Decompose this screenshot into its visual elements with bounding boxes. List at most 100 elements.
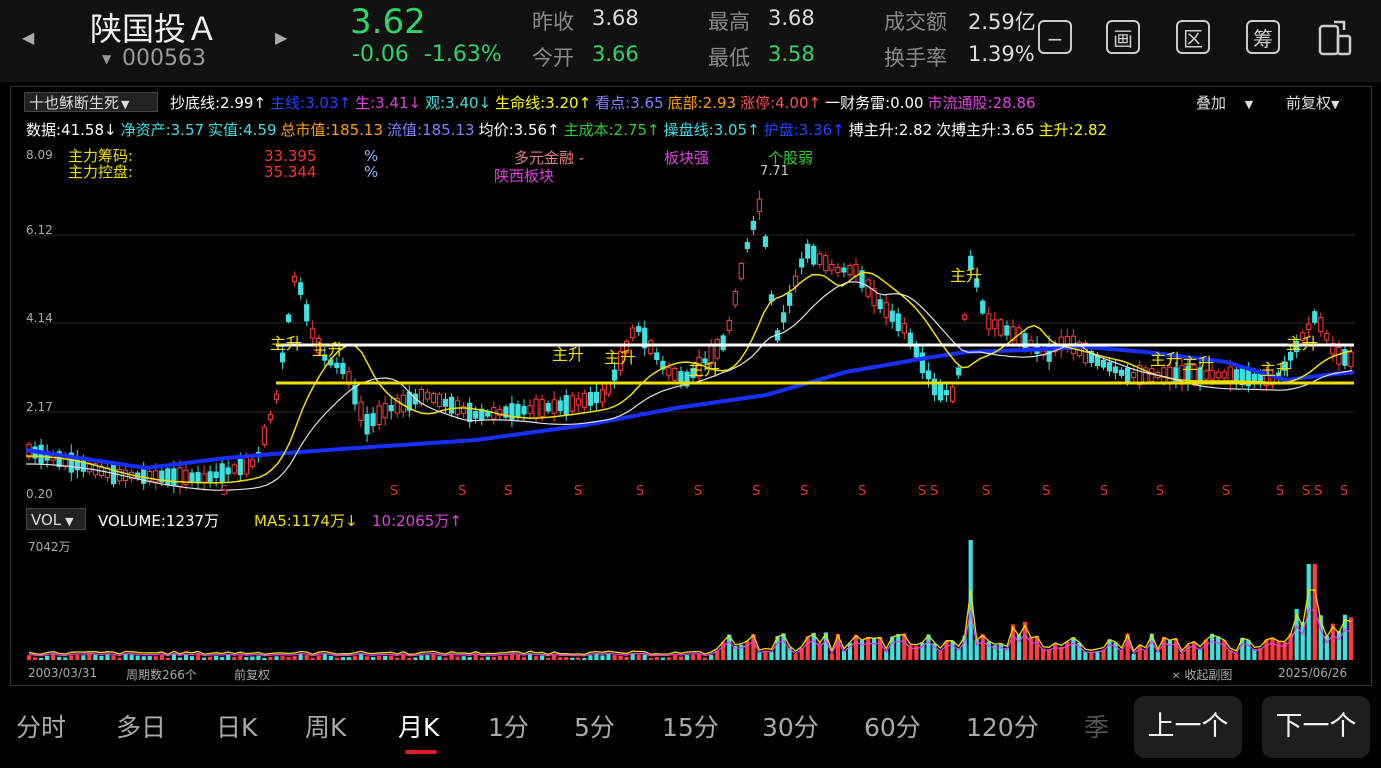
tab-daily-k[interactable]: 日K <box>216 708 257 744</box>
candle-body <box>756 198 763 212</box>
volume-bar <box>533 656 539 660</box>
volume-bar <box>1089 652 1094 660</box>
volume-bar <box>473 654 478 660</box>
volume-bar <box>298 654 303 660</box>
tab-intraday[interactable]: 分时 <box>16 708 66 744</box>
volume-bar <box>340 657 346 660</box>
tab-multiday[interactable]: 多日 <box>116 708 166 744</box>
main-rise-label: 主升 <box>688 360 721 379</box>
candle-body <box>201 473 207 483</box>
tab-30min[interactable]: 30分 <box>762 708 819 744</box>
phone-icon[interactable] <box>1314 16 1356 62</box>
turnover-rate-label: 换手率 <box>884 46 947 70</box>
indicator-value: 市流通股:28.86 <box>927 94 1036 112</box>
candle-body <box>811 245 817 265</box>
tab-15min[interactable]: 15分 <box>662 708 719 744</box>
candle-body <box>1324 332 1330 341</box>
stock-name[interactable]: 陕国投Ａ <box>90 4 218 50</box>
minus-icon[interactable]: − <box>1038 20 1072 54</box>
adjust-button[interactable]: 前复权▼ <box>1286 92 1339 113</box>
candle-body <box>249 459 255 468</box>
dropdown-icon: ▼ <box>1244 98 1254 111</box>
tab-60min[interactable]: 60分 <box>864 708 921 744</box>
next-stock-arrow-icon[interactable]: ▶ <box>275 28 287 47</box>
volume-bar <box>672 654 678 660</box>
tab-weekly-k[interactable]: 周K <box>305 708 346 744</box>
sell-mark: S <box>636 484 645 499</box>
volume-bar <box>853 634 859 660</box>
volume-bar <box>1203 639 1209 660</box>
volume-bar <box>497 656 502 660</box>
price-change: -0.06 -1.63% <box>352 42 502 67</box>
main-rise-label: 主升 <box>270 334 303 353</box>
volume-bar <box>648 657 653 660</box>
candle-body <box>1251 373 1258 382</box>
stock-code: 000563 <box>122 46 206 71</box>
volume-bar <box>45 655 50 660</box>
candle-body <box>165 468 171 486</box>
volume-bar <box>1216 636 1221 660</box>
candle-body <box>992 319 998 330</box>
zone-icon[interactable]: 区 <box>1176 20 1210 54</box>
volume-bar <box>950 641 955 660</box>
volume-bar <box>159 655 164 660</box>
collapse-icon: ✕ <box>1172 671 1181 682</box>
indicator-value: 数据:41.58↓ <box>26 121 117 139</box>
candle-body <box>726 319 732 331</box>
code-dropdown-icon[interactable]: ▼ <box>102 52 111 66</box>
prev-close-label: 昨收 <box>532 10 574 34</box>
volume-bar <box>709 655 714 660</box>
candle-body <box>605 383 612 395</box>
volume-chart[interactable] <box>26 532 1356 662</box>
candle-body <box>334 362 340 369</box>
volume-bar <box>304 655 309 660</box>
next-stock-button[interactable]: 下一个 <box>1262 696 1370 758</box>
volume-bar <box>171 654 177 660</box>
dropdown-icon: ▼ <box>65 515 74 528</box>
volume-bar <box>588 655 593 660</box>
volume-bar <box>370 657 376 660</box>
volume-bar <box>207 656 213 660</box>
candle-body <box>1131 371 1137 379</box>
volume-bar <box>57 656 62 660</box>
volume-bar <box>527 654 533 660</box>
adjust-label: 前复权 <box>1286 94 1332 112</box>
volume-bar <box>678 656 684 660</box>
volume-bar <box>105 654 110 660</box>
volume-bar <box>38 657 44 660</box>
tab-quarter[interactable]: 季 <box>1084 708 1109 744</box>
draw-icon[interactable]: 画 <box>1106 20 1140 54</box>
volume-bar <box>93 654 98 660</box>
prev-stock-button[interactable]: 上一个 <box>1134 696 1242 758</box>
candle-body <box>551 399 557 414</box>
candle-body <box>370 413 376 427</box>
candle-body <box>527 405 533 414</box>
indicator-select[interactable]: 十也稣断生死 ▼ <box>24 92 158 112</box>
collapse-subchart-button[interactable]: ✕ 收起副图 <box>1172 666 1232 683</box>
volume-bar <box>570 657 575 660</box>
indicator-value: 看点:3.65 <box>595 94 664 112</box>
candle-body <box>430 392 437 404</box>
volume-bar <box>998 644 1003 660</box>
overlay-button[interactable]: 叠加 ▼ <box>1196 92 1253 113</box>
volume-bar <box>485 656 490 660</box>
tab-5min[interactable]: 5分 <box>574 708 615 744</box>
change-value: -0.06 <box>352 42 409 67</box>
volume-bar <box>431 654 436 660</box>
tab-120min[interactable]: 120分 <box>966 708 1039 744</box>
high-label: 最高 <box>708 10 750 34</box>
candle-body <box>793 275 799 287</box>
volume-bar <box>1348 617 1354 660</box>
main-rise-label: 主升 <box>1260 360 1293 379</box>
candle-body <box>225 467 231 475</box>
volume-bar <box>1179 653 1185 660</box>
candlestick-chart[interactable] <box>26 140 1356 502</box>
candle-body <box>799 258 805 268</box>
candle-body <box>195 472 201 484</box>
candle-body <box>467 402 473 423</box>
tab-monthly-k[interactable]: 月K <box>398 708 439 744</box>
chip-icon[interactable]: 筹 <box>1246 20 1280 54</box>
volume-indicator-select[interactable]: VOL ▼ <box>26 508 86 530</box>
tab-1min[interactable]: 1分 <box>488 708 529 744</box>
prev-stock-arrow-icon[interactable]: ◀ <box>22 28 34 47</box>
